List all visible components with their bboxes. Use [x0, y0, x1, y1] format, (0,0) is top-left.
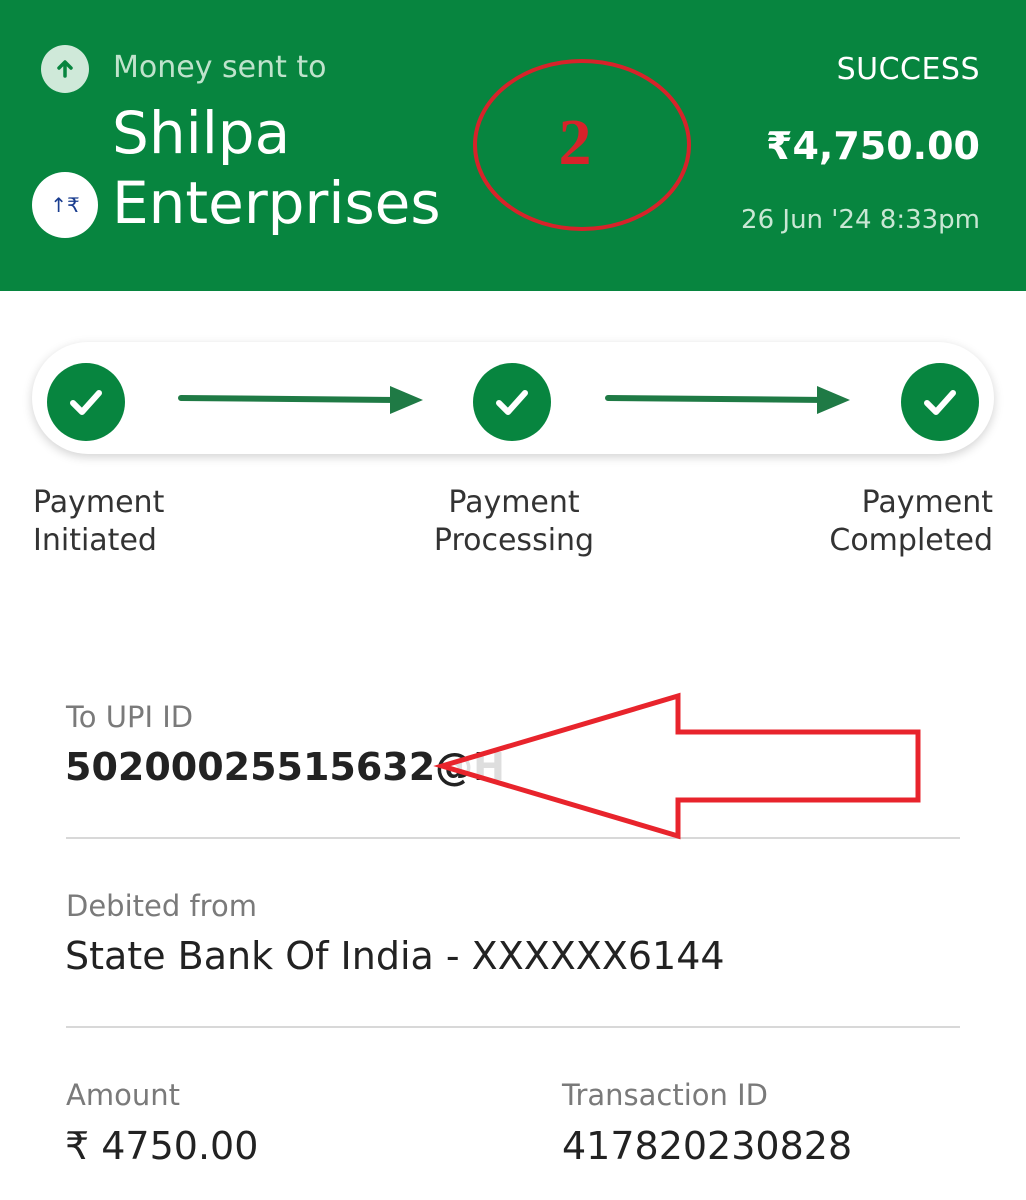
checkmark-icon	[47, 363, 125, 441]
transaction-id-value: 417820230828	[562, 1124, 853, 1168]
payee-name-line1: Shilpa	[112, 99, 291, 167]
amount-label: Amount	[66, 1078, 180, 1112]
step-label-line: Payment	[861, 485, 993, 520]
divider	[66, 1026, 960, 1028]
debited-from-label: Debited from	[66, 889, 257, 923]
arrow-up-icon	[41, 45, 89, 93]
transaction-id-label: Transaction ID	[562, 1078, 769, 1112]
amount-value: ₹ 4750.00	[65, 1124, 259, 1168]
upi-id-label: To UPI ID	[66, 700, 194, 734]
transaction-datetime: 26 Jun '24 8:33pm	[741, 205, 980, 235]
payee-name-line2: Enterprises	[112, 169, 441, 237]
status-badge: SUCCESS	[836, 52, 980, 87]
payment-header: Money sent to Shilpa Enterprises ↑₹ SUCC…	[0, 0, 1026, 291]
step-label-line: Completed	[829, 523, 993, 558]
money-sent-label: Money sent to	[113, 50, 327, 85]
step-label-line: Payment	[33, 485, 165, 520]
checkmark-icon	[473, 363, 551, 441]
debited-from-value: State Bank Of India - XXXXXX6144	[65, 934, 725, 978]
checkmark-icon	[901, 363, 979, 441]
header-amount: ₹4,750.00	[766, 124, 980, 168]
right-arrow-icon	[178, 386, 423, 414]
upi-rupee-icon: ↑₹	[32, 172, 98, 238]
annotation-number: 2	[558, 106, 592, 179]
step-label-processing: Payment Processing	[412, 484, 616, 560]
payee-name: Shilpa Enterprises	[112, 98, 441, 238]
step-label-line: Payment	[448, 485, 580, 520]
step-label-line: Initiated	[33, 523, 157, 558]
step-label-line: Processing	[433, 523, 595, 558]
right-arrow-icon	[605, 386, 850, 414]
step-label-completed: Payment Completed	[829, 484, 993, 560]
annotation-arrow-icon	[433, 692, 921, 840]
step-label-initiated: Payment Initiated	[33, 484, 164, 560]
